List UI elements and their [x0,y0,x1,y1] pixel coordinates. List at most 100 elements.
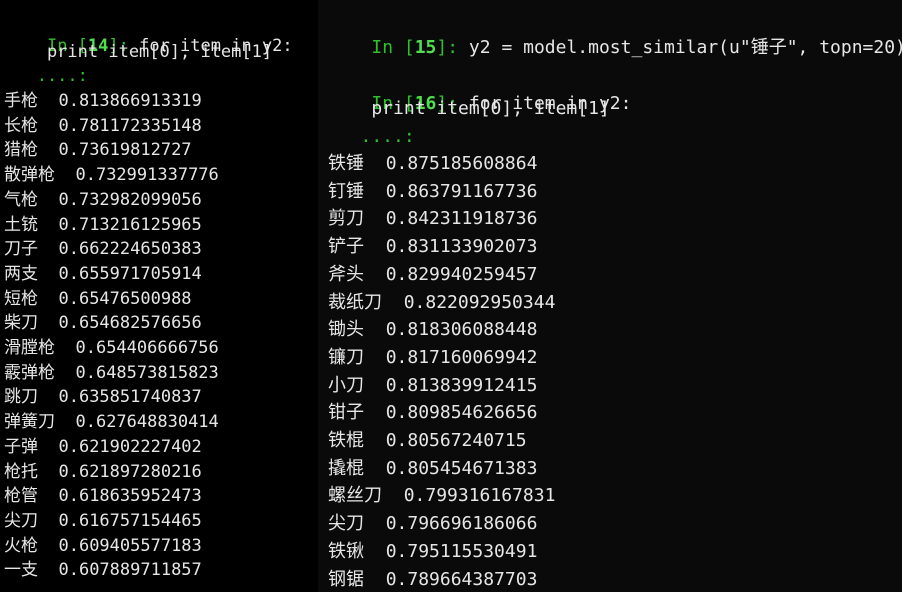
result-word: 猎枪 [4,140,38,161]
result-word: 铁锹 [328,540,364,562]
result-row: 镰刀 0.817160069942 [328,347,537,369]
result-score: 0.796696186066 [385,513,538,535]
result-word: 撬棍 [328,457,364,479]
result-row: 剪刀 0.842311918736 [328,208,537,230]
result-row: 气枪 0.732982099056 [4,190,202,210]
result-score: 0.73619812727 [58,140,192,161]
result-row: 刀子 0.662224650383 [4,239,202,259]
result-score: 0.863791167736 [385,180,538,202]
result-score: 0.875185608864 [385,153,538,174]
result-row: 火枪 0.609405577183 [4,536,202,556]
result-score: 0.635851740837 [58,387,202,408]
result-score: 0.789664387703 [385,568,538,590]
result-row: 撬棍 0.805454671383 [328,458,537,480]
result-row: 长枪 0.781172335148 [4,116,202,136]
result-row: 螺丝刀 0.799316167831 [328,485,555,507]
result-word: 螺丝刀 [328,485,382,507]
result-row: 尖刀 0.796696186066 [328,513,537,535]
result-row: 枪托 0.621897280216 [4,462,202,482]
result-word: 两支 [4,263,38,284]
result-row: 子弹 0.621902227402 [4,437,202,457]
result-score: 0.795115530491 [385,540,538,562]
result-word: 钳子 [328,402,364,424]
result-word: 弹簧刀 [4,412,55,433]
result-word: 枪托 [4,461,38,482]
result-row: 铁锹 0.795115530491 [328,541,537,563]
result-word: 锄头 [328,319,364,341]
result-score: 0.65476500988 [58,288,192,309]
result-row: 裁纸刀 0.822092950344 [328,292,555,314]
result-score: 0.713216125965 [58,214,202,235]
right-terminal-pane: In [15]: y2 = model.most_similar(u"锤子", … [318,0,902,592]
result-score: 0.813839912415 [385,374,538,396]
result-word: 钉锤 [328,180,364,202]
result-score: 0.655971705914 [58,263,202,284]
result-score: 0.732991337776 [75,165,219,186]
result-row: 铲子 0.831133902073 [328,236,537,258]
result-word: 小刀 [328,374,364,396]
result-score: 0.662224650383 [58,239,202,260]
result-score: 0.781172335148 [58,115,202,136]
result-row: 钢锯 0.789664387703 [328,569,537,591]
result-row: 跳刀 0.635851740837 [4,387,202,407]
result-word: 土铳 [4,214,38,235]
result-word: 火枪 [4,535,38,556]
result-row: 猎枪 0.73619812727 [4,140,192,160]
result-word: 刀子 [4,239,38,260]
result-score: 0.616757154465 [58,510,202,531]
code-continuation-line[interactable]: print item[0], item[1] [328,98,609,120]
continuation-prompt: ....: [328,126,415,147]
result-word: 散弹枪 [4,165,55,186]
result-score: 0.817160069942 [385,346,538,368]
result-word: 跳刀 [4,387,38,408]
result-row: 钳子 0.809854626656 [328,402,537,424]
result-row: 弹簧刀 0.627648830414 [4,412,219,432]
result-word: 斧头 [328,263,364,285]
result-row: 柴刀 0.654682576656 [4,313,202,333]
result-row: 斧头 0.829940259457 [328,264,537,286]
result-word: 铁棍 [328,430,364,451]
result-word: 长枪 [4,115,38,136]
result-score: 0.80567240715 [385,430,527,451]
result-word: 一支 [4,560,38,581]
result-score: 0.831133902073 [385,236,538,258]
result-word: 裁纸刀 [328,291,382,313]
result-row: 滑膛枪 0.654406666756 [4,338,219,358]
result-word: 霰弹枪 [4,362,55,383]
result-word: 尖刀 [328,513,364,535]
result-word: 尖刀 [4,510,38,531]
result-word: 子弹 [4,436,38,457]
result-row: 手枪 0.813866913319 [4,91,202,111]
code-continuation-line[interactable]: print item[0], item[1] [6,42,272,62]
result-score: 0.621897280216 [58,461,202,482]
result-row: 小刀 0.813839912415 [328,375,537,397]
result-score: 0.842311918736 [385,208,538,230]
result-word: 剪刀 [328,208,364,230]
cell-number: 15 [414,37,437,58]
result-score: 0.805454671383 [385,457,538,479]
result-score: 0.609405577183 [58,535,202,556]
result-row: 钉锤 0.863791167736 [328,181,537,203]
result-row: 土铳 0.713216125965 [4,215,202,235]
result-word: 铲子 [328,236,364,258]
result-score: 0.621902227402 [58,436,202,457]
result-score: 0.618635952473 [58,486,202,507]
result-row: 尖刀 0.616757154465 [4,511,202,531]
result-word: 钢锯 [328,568,364,590]
result-score: 0.732982099056 [58,189,202,210]
result-row: 铁锤 0.875185608864 [328,153,537,175]
result-score: 0.829940259457 [385,263,538,285]
in-prompt-label: In [ [371,37,415,58]
result-score: 0.648573815823 [75,362,219,383]
code-line: y2 = model.most_similar(u"锤子", topn=20) [458,37,902,58]
result-word: 铁锤 [328,153,364,174]
result-row: 枪管 0.618635952473 [4,486,202,506]
result-score: 0.809854626656 [385,402,538,424]
result-word: 镰刀 [328,346,364,368]
continuation-prompt: ....: [6,66,88,86]
result-score: 0.822092950344 [403,291,556,313]
result-word: 气枪 [4,189,38,210]
result-row: 锄头 0.818306088448 [328,319,537,341]
result-word: 手枪 [4,91,38,111]
result-word: 滑膛枪 [4,338,55,358]
